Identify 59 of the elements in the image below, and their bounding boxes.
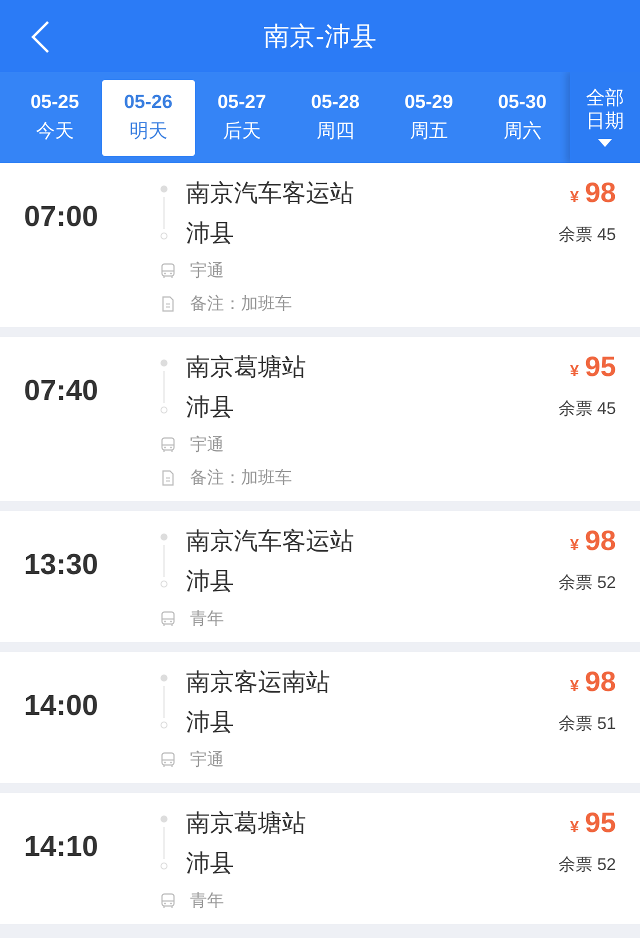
bus-operator: 宇通 (190, 749, 224, 771)
date-tab[interactable]: 05-26 明天 (102, 80, 195, 156)
bus-operator: 青年 (190, 608, 224, 630)
date-tab[interactable]: 05-27 后天 (195, 80, 288, 156)
remaining-tickets: 余票 51 (558, 713, 616, 735)
ticket-price: ¥ 98 (570, 177, 616, 209)
remaining-tickets: 余票 45 (558, 398, 616, 420)
route-line-icon (160, 185, 168, 241)
arrival-station: 沛县 (186, 567, 235, 597)
departure-station: 南京葛塘站 (186, 809, 306, 839)
bus-icon (160, 892, 176, 908)
trip-card[interactable]: 14:00 南京客运南站 沛县 宇通 ¥ 98 余票 51 (0, 652, 640, 783)
bus-operator: 宇通 (190, 260, 224, 282)
bus-icon (160, 752, 176, 768)
departure-station: 南京客运南站 (186, 668, 330, 698)
bus-icon (160, 610, 176, 626)
remaining-tickets: 余票 52 (558, 854, 616, 876)
ticket-price: ¥ 98 (570, 666, 616, 698)
trip-note: 备注：加班车 (190, 467, 292, 489)
caret-icon (598, 139, 612, 148)
ticket-price: ¥ 95 (570, 807, 616, 839)
ticket-price: ¥ 95 (570, 351, 616, 383)
departure-station: 南京葛塘站 (186, 353, 306, 383)
departure-time: 14:10 (24, 830, 100, 865)
date-tab[interactable]: 05-30 周六 (476, 80, 569, 156)
trip-card[interactable]: 14:10 南京葛塘站 沛县 青年 ¥ 95 余票 52 (0, 793, 640, 924)
route-line-icon (160, 359, 168, 415)
arrival-station: 沛县 (186, 219, 235, 249)
trip-card[interactable]: 07:40 南京葛塘站 沛县 宇通 备注：加班车 ¥ 95 余票 45 (0, 337, 640, 501)
remaining-tickets: 余票 52 (558, 572, 616, 594)
page-title: 南京-沛县 (264, 20, 376, 52)
arrival-station: 沛县 (186, 393, 235, 423)
bus-operator: 青年 (190, 890, 224, 912)
remaining-tickets: 余票 45 (558, 224, 616, 246)
departure-time: 14:00 (24, 689, 100, 724)
route-line-icon (160, 533, 168, 589)
departure-time: 07:40 (24, 374, 100, 409)
route-line-icon (160, 674, 168, 730)
date-tab[interactable]: 05-29 周五 (382, 80, 476, 156)
date-tab[interactable]: 05-28 周四 (288, 80, 382, 156)
trip-note: 备注：加班车 (190, 293, 292, 315)
departure-station: 南京汽车客运站 (186, 527, 354, 557)
date-tab[interactable]: 05-25 今天 (8, 80, 102, 156)
bus-operator: 宇通 (190, 434, 224, 456)
ticket-price: ¥ 98 (570, 525, 616, 557)
back-icon[interactable] (30, 20, 50, 54)
all-dates-button[interactable]: 全部日期 (570, 72, 640, 163)
route-line-icon (160, 815, 168, 871)
departure-time: 07:00 (24, 200, 100, 235)
departure-station: 南京汽车客运站 (186, 179, 354, 209)
trip-card[interactable]: 07:00 南京汽车客运站 沛县 宇通 备注：加班车 ¥ 98 余票 45 (0, 163, 640, 327)
bus-icon (160, 262, 176, 278)
departure-time: 13:30 (24, 548, 100, 583)
document-icon (160, 470, 176, 486)
arrival-station: 沛县 (186, 849, 235, 879)
bus-icon (160, 436, 176, 452)
document-icon (160, 296, 176, 312)
trip-card[interactable]: 13:30 南京汽车客运站 沛县 青年 ¥ 98 余票 52 (0, 511, 640, 642)
arrival-station: 沛县 (186, 708, 235, 738)
